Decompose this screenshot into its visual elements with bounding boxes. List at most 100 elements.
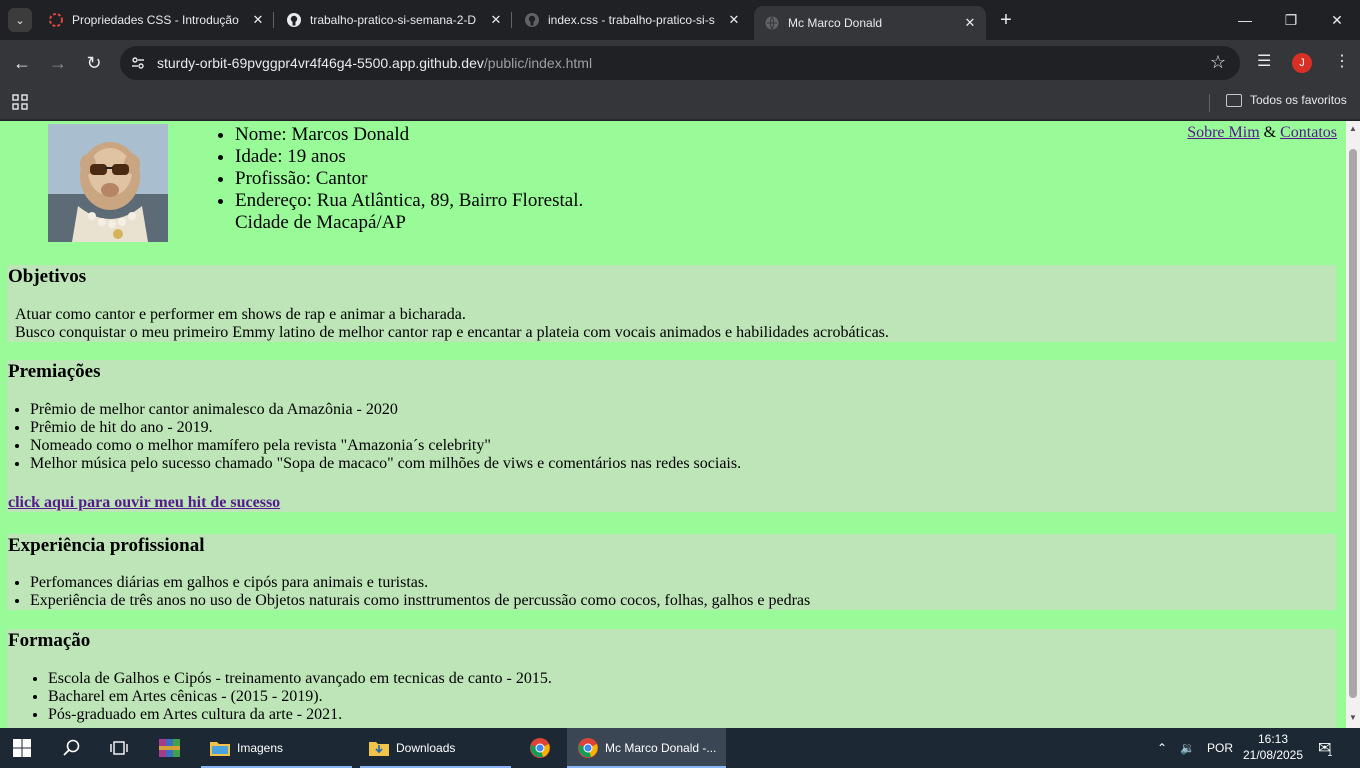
page-scrollbar[interactable]: ▲ ▼	[1346, 121, 1360, 728]
plus-icon: +	[1000, 8, 1012, 31]
globe-icon	[765, 16, 779, 30]
show-hidden-icons-button[interactable]: ⌃	[1157, 728, 1167, 768]
tab-label: Mc Marco Donald	[788, 16, 883, 30]
scroll-down-icon[interactable]: ▼	[1349, 713, 1357, 722]
objetivos-text: Atuar como cantor e performer em shows d…	[15, 306, 889, 342]
downloads-folder-icon	[369, 742, 389, 756]
speaker-icon: 🔉	[1180, 741, 1195, 755]
experiencia-list: Perfomances diárias em galhos e cipós pa…	[30, 574, 810, 610]
tab-index-css[interactable]: index.css - trabalho-pratico-si-s ✕	[514, 0, 750, 40]
loading-ring-icon	[49, 13, 63, 27]
taskbar-search-button[interactable]	[62, 728, 82, 768]
windows-logo-icon	[13, 739, 31, 757]
bookmarks-bar: Todos os favoritos	[0, 86, 1360, 120]
windows-taskbar: Imagens Downloads Mc Marco Donald -... ⌃…	[0, 728, 1360, 768]
scrollbar-thumb[interactable]	[1349, 149, 1357, 698]
close-tab-icon[interactable]: ✕	[724, 10, 744, 30]
list-item: Prêmio de hit do ano - 2019.	[30, 419, 741, 437]
back-button[interactable]: ←	[8, 49, 36, 77]
url-host: sturdy-orbit-69pvggpr4vr4f46g4-5500.app.…	[157, 55, 484, 71]
close-window-button[interactable]: ✕	[1314, 0, 1360, 40]
volume-button[interactable]: 🔉	[1180, 728, 1195, 768]
tab-label: trabalho-pratico-si-semana-2-D	[310, 13, 477, 27]
sobre-mim-link[interactable]: Sobre Mim	[1187, 124, 1259, 141]
section-premiacoes: Premiações Prêmio de melhor cantor anima…	[7, 360, 1336, 512]
hit-link[interactable]: click aqui para ouvir meu hit de sucesso	[8, 494, 280, 512]
start-button[interactable]	[12, 728, 32, 768]
taskbar-app-imagens[interactable]: Imagens	[201, 728, 352, 768]
premiacoes-list: Prêmio de melhor cantor animalesco da Am…	[30, 401, 741, 473]
all-bookmarks-button[interactable]: Todos os favoritos	[1226, 93, 1347, 107]
arrow-right-icon: →	[49, 52, 67, 73]
section-experiencia: Experiência profissional Perfomances diá…	[7, 534, 1336, 610]
chrome-icon	[530, 738, 550, 758]
section-title: Experiência profissional	[8, 535, 205, 556]
list-item: Experiência de três anos no uso de Objet…	[30, 592, 810, 610]
taskbar-app-chrome-active[interactable]: Mc Marco Donald -...	[567, 728, 726, 768]
notification-count: 1	[1327, 748, 1333, 758]
tab-search-button[interactable]: ⌄	[8, 8, 32, 32]
tab-propriedades-css[interactable]: Propriedades CSS - Introdução ✕	[38, 0, 274, 40]
tab-trabalho-pratico[interactable]: trabalho-pratico-si-semana-2-D ✕	[276, 0, 512, 40]
restore-icon: ❐	[1284, 11, 1298, 28]
list-item: Prêmio de melhor cantor animalesco da Am…	[30, 401, 741, 419]
site-info-icon[interactable]	[130, 55, 146, 71]
contatos-link[interactable]: Contatos	[1280, 124, 1337, 141]
close-icon: ✕	[1331, 11, 1343, 28]
taskbar-app-label: Mc Marco Donald -...	[605, 741, 717, 755]
scroll-up-icon[interactable]: ▲	[1349, 124, 1357, 133]
folder-icon	[210, 742, 230, 756]
list-item: Pós-graduado em Artes cultura da arte - …	[48, 706, 552, 724]
tab-divider	[273, 12, 274, 28]
chrome-icon	[578, 738, 598, 758]
info-profissao: Profissão: Cantor	[235, 168, 583, 190]
list-item: Perfomances diárias em galhos e cipós pa…	[30, 574, 810, 592]
list-item: Bacharel em Artes cênicas - (2015 - 2019…	[48, 688, 552, 706]
reload-icon: ↻	[86, 52, 102, 73]
clock-time: 16:13	[1257, 732, 1289, 746]
bookmark-star-icon[interactable]: ☆	[1210, 52, 1226, 73]
objetivos-line: Atuar como cantor e performer em shows d…	[15, 306, 466, 323]
minimize-button[interactable]: —	[1222, 0, 1268, 40]
notifications-button[interactable]: ✉ 1	[1318, 728, 1332, 768]
list-item: Escola de Galhos e Cipós - treinamento a…	[48, 670, 552, 688]
tab-mc-marco-donald[interactable]: Mc Marco Donald ✕	[754, 6, 986, 40]
minimize-icon: —	[1238, 12, 1252, 28]
clock[interactable]: 16:13 21/08/2025	[1240, 731, 1306, 763]
tab-divider	[511, 12, 512, 28]
taskbar-app-label: Imagens	[237, 741, 284, 755]
media-controls-icon[interactable]: ☰	[1257, 51, 1271, 71]
language-indicator[interactable]: POR	[1207, 728, 1233, 768]
forward-button[interactable]: →	[44, 49, 72, 77]
profile-avatar[interactable]: J	[1292, 53, 1312, 73]
folder-icon	[1226, 93, 1242, 107]
info-endereco: Endereço: Rua Atlântica, 89, Bairro Flor…	[235, 190, 583, 234]
reload-button[interactable]: ↻	[80, 49, 108, 77]
taskbar-app-downloads[interactable]: Downloads	[360, 728, 511, 768]
endereco-line-1: Endereço: Rua Atlântica, 89, Bairro Flor…	[235, 190, 584, 211]
url-text[interactable]: sturdy-orbit-69pvggpr4vr4f46g4-5500.app.…	[157, 55, 592, 71]
winrar-icon	[159, 739, 180, 757]
winrar-button[interactable]	[158, 728, 182, 768]
section-title: Formação	[8, 630, 91, 651]
menu-kebab-icon[interactable]: ⋮	[1334, 51, 1350, 71]
monkey-portrait-image	[48, 124, 168, 242]
objetivos-line: Busco conquistar o meu primeiro Emmy lat…	[15, 324, 889, 341]
close-tab-icon[interactable]: ✕	[960, 13, 980, 33]
section-title: Premiações	[8, 361, 101, 382]
tab-label: Propriedades CSS - Introdução	[72, 13, 239, 27]
chrome-pinned-button[interactable]	[529, 728, 551, 768]
new-tab-button[interactable]: +	[994, 8, 1018, 32]
list-item: Nomeado como o melhor mamífero pela revi…	[30, 437, 741, 455]
close-tab-icon[interactable]: ✕	[248, 10, 268, 30]
apps-grid-icon[interactable]	[12, 94, 28, 110]
search-icon	[63, 739, 80, 756]
restore-button[interactable]: ❐	[1268, 0, 1314, 40]
bookmarks-divider	[1209, 94, 1210, 112]
address-bar[interactable]: sturdy-orbit-69pvggpr4vr4f46g4-5500.app.…	[120, 46, 1240, 80]
chevron-down-icon: ⌄	[15, 14, 25, 27]
endereco-line-2: Cidade de Macapá/AP	[235, 212, 406, 233]
section-formacao: Formação Escola de Galhos e Cipós - trei…	[7, 629, 1336, 728]
task-view-button[interactable]	[109, 728, 129, 768]
close-tab-icon[interactable]: ✕	[486, 10, 506, 30]
